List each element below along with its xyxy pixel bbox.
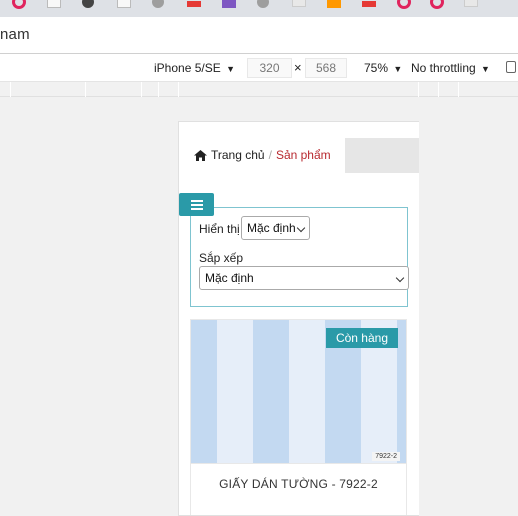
tab-favicon-icon[interactable] — [327, 0, 341, 8]
rotate-icon[interactable] — [506, 61, 516, 73]
sort-select-value: Mặc định — [205, 271, 254, 285]
product-name-link[interactable]: GIẤY DÁN TƯỜNG - 7922-2 — [190, 477, 407, 491]
zoom-value: 75% — [364, 61, 389, 75]
breadcrumb: Trang chủ / Sản phẩm — [194, 148, 331, 162]
address-bar[interactable]: nam — [0, 17, 518, 54]
ruler-tick — [158, 82, 159, 97]
wallpaper-stripe — [191, 320, 217, 463]
ruler-tick — [10, 82, 11, 97]
dropdown-arrow-icon: ▼ — [226, 64, 235, 74]
breadcrumb-separator: / — [268, 148, 272, 162]
ruler-tick — [178, 82, 179, 97]
ruler-tick — [458, 82, 459, 97]
tab-favicon-icon[interactable] — [187, 1, 201, 7]
ruler-tick — [141, 82, 142, 97]
wallpaper-stripe — [289, 320, 325, 463]
tab-favicon-icon[interactable] — [397, 0, 411, 9]
product-image[interactable]: Còn hàng 7922-2 — [190, 319, 407, 464]
sort-select[interactable]: Mặc định — [199, 266, 409, 290]
wallpaper-stripe — [397, 320, 406, 463]
ruler-tick — [438, 82, 439, 97]
wallpaper-stripe — [217, 320, 253, 463]
breadcrumb-current: Sản phẩm — [275, 148, 331, 162]
chevron-down-icon — [296, 223, 306, 233]
tab-favicon-icon[interactable] — [257, 0, 269, 8]
display-select-value: Mặc định — [247, 221, 296, 235]
throttling-select[interactable]: No throttling ▼ — [411, 61, 490, 75]
ruler-tick — [85, 82, 86, 97]
throttling-value: No throttling — [411, 61, 476, 75]
viewport-width-input[interactable]: 320 — [247, 58, 292, 78]
zoom-select[interactable]: 75% ▼ — [364, 61, 402, 75]
media-query-ruler — [0, 82, 518, 97]
hamburger-icon-bar — [190, 203, 203, 206]
dropdown-arrow-icon: ▼ — [393, 64, 403, 74]
home-icon — [194, 149, 207, 161]
search-placeholder-block — [345, 138, 419, 173]
tab-favicon-icon[interactable] — [362, 1, 376, 7]
chevron-down-icon — [395, 273, 405, 283]
tab-favicon-icon[interactable] — [117, 0, 131, 8]
address-text[interactable]: nam — [0, 26, 30, 43]
tab-favicon-icon[interactable] — [12, 0, 26, 9]
display-label: Hiển thị — [199, 222, 240, 236]
tab-favicon-icon[interactable] — [82, 0, 94, 8]
tab-favicon-icon[interactable] — [152, 0, 164, 8]
device-toolbar: iPhone 5/SE ▼ 320 × 568 75% ▼ No throttl… — [0, 55, 518, 82]
tab-favicon-icon[interactable] — [47, 0, 61, 8]
breadcrumb-home-link[interactable]: Trang chủ — [211, 148, 265, 162]
sort-label: Sắp xếp — [199, 251, 244, 265]
tab-favicon-icon[interactable] — [464, 0, 478, 7]
hamburger-icon-bar — [190, 207, 203, 210]
dimension-times-icon: × — [294, 60, 302, 75]
display-select[interactable]: Mặc định — [241, 216, 310, 240]
device-name: iPhone 5/SE — [154, 61, 221, 75]
ruler-tick — [418, 82, 419, 97]
browser-tab-strip — [0, 0, 518, 17]
wallpaper-stripe — [253, 320, 289, 463]
menu-toggle-button[interactable] — [179, 193, 214, 216]
emulated-page: Trang chủ / Sản phẩm Hiển thị Mặc định S… — [178, 121, 419, 516]
filter-panel: Hiển thị Mặc định Sắp xếp Mặc định — [190, 207, 409, 307]
viewport-height-input[interactable]: 568 — [305, 58, 347, 78]
tab-favicon-icon[interactable] — [430, 0, 444, 9]
image-code-label: 7922-2 — [372, 452, 400, 461]
device-select[interactable]: iPhone 5/SE ▼ — [154, 61, 235, 75]
hamburger-icon-bar — [190, 199, 203, 202]
dropdown-arrow-icon: ▼ — [481, 64, 490, 74]
tab-favicon-icon[interactable] — [222, 0, 236, 8]
tab-favicon-icon[interactable] — [292, 0, 306, 7]
stock-status-badge: Còn hàng — [325, 328, 398, 348]
